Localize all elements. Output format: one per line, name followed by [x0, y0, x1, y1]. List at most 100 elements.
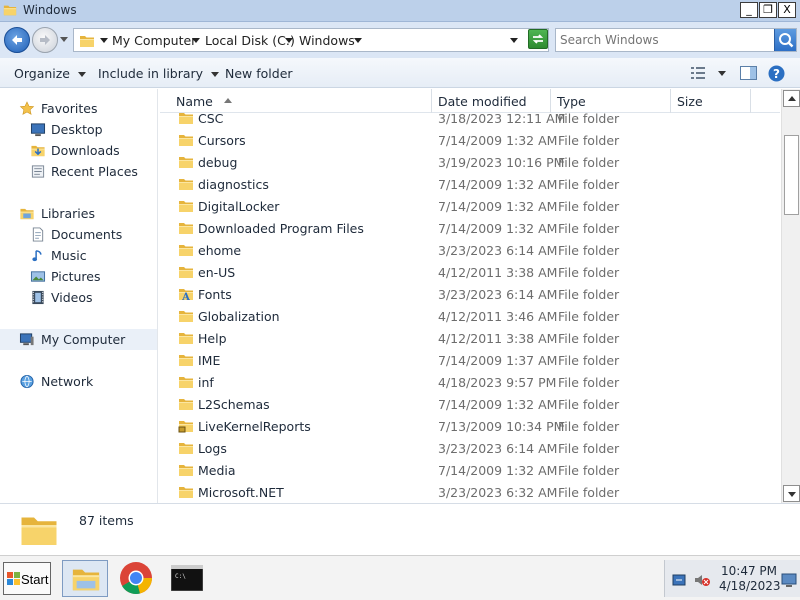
chevron-down-icon[interactable]	[192, 38, 200, 43]
nav-documents[interactable]: Documents	[0, 224, 157, 245]
file-row[interactable]: Microsoft.NET 3/23/2023 6:32 AM File folde…	[160, 481, 780, 503]
folder-icon	[178, 308, 194, 324]
nav-recent-places[interactable]: Recent Places	[0, 161, 157, 182]
nav-my-computer[interactable]: My Computer	[0, 329, 157, 350]
start-button[interactable]: Start	[3, 562, 51, 595]
file-name: ehome	[198, 243, 242, 258]
search-button[interactable]	[774, 29, 796, 51]
forward-button[interactable]	[32, 27, 58, 53]
file-name: Help	[198, 331, 227, 346]
nav-libraries[interactable]: Libraries	[0, 203, 157, 224]
nav-videos[interactable]: Videos	[0, 287, 157, 308]
videos-icon	[32, 290, 44, 305]
chevron-down-icon[interactable]	[354, 38, 362, 43]
file-row[interactable]: Media 7/14/2009 1:32 AM File folder	[160, 459, 780, 481]
file-row[interactable]: CSC 3/18/2023 12:11 AM File folder	[160, 113, 780, 129]
nav-downloads[interactable]: Downloads	[0, 140, 157, 161]
file-row[interactable]: L2Schemas 7/14/2009 1:32 AM File folder	[160, 393, 780, 415]
nav-music[interactable]: Music	[0, 245, 157, 266]
file-row[interactable]: en-US 4/12/2011 3:38 AM File folder	[160, 261, 780, 283]
file-row[interactable]: DigitalLocker 7/14/2009 1:32 AM File folde…	[160, 195, 780, 217]
nav-network[interactable]: Network	[0, 371, 157, 392]
file-row[interactable]: debug 3/19/2023 10:16 PM File folder	[160, 151, 780, 173]
folder-icon	[178, 220, 194, 236]
taskbar-explorer[interactable]	[62, 560, 108, 597]
file-row[interactable]: LiveKernelReports 7/13/2009 10:34 PM File …	[160, 415, 780, 437]
star-icon	[19, 101, 35, 115]
file-row[interactable]: A Fonts 3/23/2023 6:14 AM File folder	[160, 283, 780, 305]
file-row[interactable]: inf 4/18/2023 9:57 PM File folder	[160, 371, 780, 393]
file-row[interactable]: Cursors 7/14/2009 1:32 AM File folder	[160, 129, 780, 151]
breadcrumb-my-computer[interactable]: My Computer	[112, 33, 196, 48]
vertical-scrollbar[interactable]	[781, 89, 800, 503]
file-type: File folder	[558, 309, 620, 324]
music-icon	[32, 250, 42, 262]
chevron-down-icon[interactable]	[718, 71, 726, 76]
folder-icon	[178, 352, 194, 368]
file-row[interactable]: Help 4/12/2011 3:38 AM File folder	[160, 327, 780, 349]
file-date-modified: 7/14/2009 1:37 AM	[438, 353, 558, 368]
restore-button[interactable]: ❐	[759, 2, 777, 18]
column-header-type[interactable]: Type	[551, 89, 671, 113]
breadcrumb-local-disk[interactable]: Local Disk (C:)	[205, 33, 295, 48]
minimize-button[interactable]: _	[740, 2, 758, 18]
clock[interactable]: 10:47 PM 4/18/2023	[719, 564, 781, 594]
column-header-name[interactable]: Name	[170, 89, 432, 113]
file-row[interactable]: ehome 3/23/2023 6:14 AM File folder	[160, 239, 780, 261]
include-in-library-menu[interactable]: Include in library	[98, 66, 220, 81]
file-row[interactable]: IME 7/14/2009 1:37 AM File folder	[160, 349, 780, 371]
search-box[interactable]	[555, 28, 797, 52]
taskbar-chrome[interactable]	[113, 560, 159, 597]
address-history-dropdown[interactable]	[510, 38, 518, 43]
close-button[interactable]: X	[778, 2, 796, 18]
chevron-down-icon[interactable]	[100, 38, 108, 43]
help-icon[interactable]: ?	[768, 65, 785, 82]
taskbar-cmd[interactable]: C:\	[164, 560, 210, 597]
file-type: File folder	[558, 177, 620, 192]
file-type: File folder	[558, 243, 620, 258]
column-header-date[interactable]: Date modified	[432, 89, 551, 113]
nav-network-label: Network	[41, 374, 94, 389]
svg-text:?: ?	[773, 67, 780, 81]
libraries-icon	[19, 206, 35, 221]
refresh-button[interactable]	[528, 29, 548, 49]
file-row[interactable]: Downloaded Program Files 7/14/2009 1:32 A…	[160, 217, 780, 239]
breadcrumb[interactable]: My Computer Local Disk (C:) Windows	[73, 28, 549, 52]
nav-my-computer-label: My Computer	[41, 332, 126, 347]
preview-pane-icon[interactable]	[740, 66, 757, 80]
show-desktop-icon[interactable]	[781, 573, 797, 587]
chevron-down-icon[interactable]	[285, 38, 293, 43]
view-options-icon[interactable]	[690, 66, 706, 80]
recent-pages-dropdown[interactable]	[60, 37, 68, 42]
chevron-down-icon	[211, 72, 220, 77]
file-row[interactable]: diagnostics 7/14/2009 1:32 AM File folder	[160, 173, 780, 195]
new-folder-button[interactable]: New folder	[225, 66, 293, 81]
file-name: Media	[198, 463, 236, 478]
search-input[interactable]	[560, 31, 770, 49]
column-header-size[interactable]: Size	[671, 89, 751, 113]
scroll-up-button[interactable]	[783, 90, 800, 107]
file-row[interactable]: Globalization 4/12/2011 3:46 AM File folde…	[160, 305, 780, 327]
details-pane: 87 items	[0, 503, 800, 555]
breadcrumb-windows[interactable]: Windows	[299, 33, 355, 48]
item-count: 87 items	[79, 513, 134, 528]
nav-favorites[interactable]: Favorites	[0, 98, 157, 119]
nav-pictures[interactable]: Pictures	[0, 266, 157, 287]
file-name: Logs	[198, 441, 227, 456]
volume-muted-icon[interactable]	[693, 572, 711, 588]
file-row[interactable]: Logs 3/23/2023 6:14 AM File folder	[160, 437, 780, 459]
back-button[interactable]	[4, 27, 30, 53]
column-name-label: Name	[176, 94, 213, 109]
scroll-down-button[interactable]	[783, 485, 800, 502]
action-center-icon[interactable]	[671, 572, 687, 588]
sort-ascending-icon	[224, 98, 232, 103]
folder-icon	[178, 396, 194, 412]
nav-desktop[interactable]: Desktop	[0, 119, 157, 140]
file-date-modified: 4/18/2023 9:57 PM	[438, 375, 557, 390]
scrollbar-thumb[interactable]	[784, 135, 799, 215]
explorer-window: Windows _ ❐ X My Computer Local Disk (C:…	[0, 0, 800, 555]
file-date-modified: 3/23/2023 6:14 AM	[438, 243, 558, 258]
folder-icon	[79, 33, 95, 49]
organize-menu[interactable]: Organize	[14, 66, 86, 81]
desktop-icon	[30, 123, 46, 137]
